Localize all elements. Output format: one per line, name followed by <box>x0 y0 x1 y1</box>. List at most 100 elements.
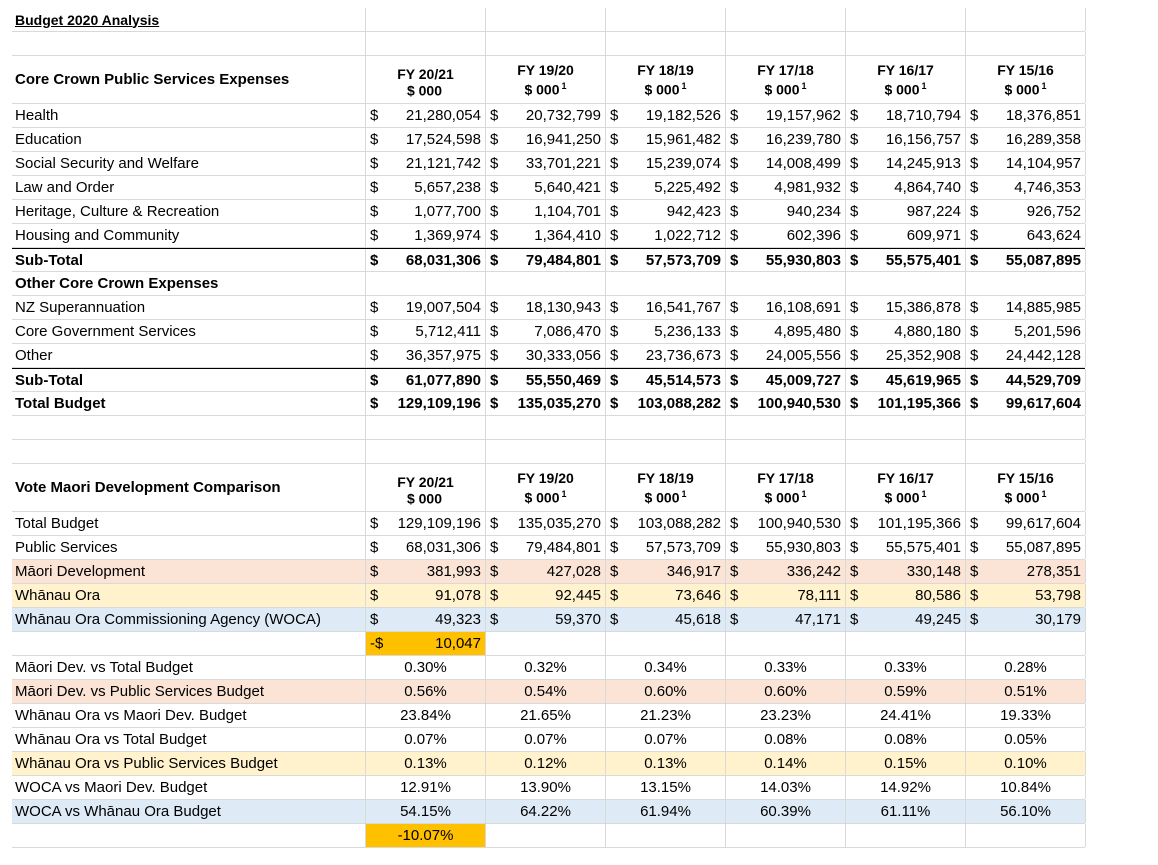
percent-cell[interactable]: 0.07% <box>606 728 726 751</box>
row-label[interactable]: Whānau Ora vs Total Budget <box>12 728 366 751</box>
currency-cell[interactable]: $1,364,410 <box>486 224 606 247</box>
currency-cell[interactable]: $103,088,282 <box>606 392 726 415</box>
currency-cell[interactable]: $25,352,908 <box>846 344 966 367</box>
empty-cell[interactable] <box>966 632 1086 655</box>
empty-cell[interactable] <box>846 632 966 655</box>
currency-cell[interactable]: $45,618 <box>606 608 726 631</box>
sheet-title[interactable]: Budget 2020 Analysis <box>12 8 366 31</box>
currency-cell[interactable]: $643,624 <box>966 224 1086 247</box>
currency-cell[interactable]: $1,369,974 <box>366 224 486 247</box>
row-label[interactable] <box>12 416 366 439</box>
column-header[interactable]: FY 15/16 $ 000 1 <box>966 56 1086 103</box>
row-label[interactable]: Māori Development <box>12 560 366 583</box>
row-label[interactable]: Housing and Community <box>12 224 366 247</box>
percent-cell[interactable]: 12.91% <box>366 776 486 799</box>
percent-cell[interactable]: 0.08% <box>846 728 966 751</box>
currency-cell[interactable]: $129,109,196 <box>366 392 486 415</box>
empty-cell[interactable] <box>486 824 606 847</box>
currency-cell[interactable]: $73,646 <box>606 584 726 607</box>
row-label[interactable]: Total Budget <box>12 512 366 535</box>
currency-cell[interactable]: $18,130,943 <box>486 296 606 319</box>
currency-cell[interactable]: $346,917 <box>606 560 726 583</box>
percent-cell[interactable]: 13.15% <box>606 776 726 799</box>
empty-cell[interactable] <box>846 416 966 439</box>
empty-cell[interactable] <box>366 8 486 31</box>
currency-cell[interactable]: $4,895,480 <box>726 320 846 343</box>
currency-cell[interactable]: $20,732,799 <box>486 104 606 127</box>
empty-cell[interactable] <box>966 440 1086 463</box>
currency-cell[interactable]: $5,640,421 <box>486 176 606 199</box>
currency-cell[interactable]: $92,445 <box>486 584 606 607</box>
percent-cell[interactable]: 14.03% <box>726 776 846 799</box>
currency-cell[interactable]: $24,442,128 <box>966 344 1086 367</box>
row-label[interactable]: Whānau Ora vs Maori Dev. Budget <box>12 704 366 727</box>
currency-cell[interactable]: $135,035,270 <box>486 392 606 415</box>
empty-cell[interactable] <box>486 272 606 295</box>
currency-cell[interactable]: $16,289,358 <box>966 128 1086 151</box>
currency-cell[interactable]: $49,323 <box>366 608 486 631</box>
empty-cell[interactable] <box>486 440 606 463</box>
currency-cell[interactable]: $21,121,742 <box>366 152 486 175</box>
empty-cell[interactable] <box>846 8 966 31</box>
empty-cell[interactable] <box>726 416 846 439</box>
row-label[interactable]: Sub-Total <box>12 369 366 391</box>
empty-cell[interactable] <box>486 416 606 439</box>
empty-cell[interactable] <box>606 416 726 439</box>
currency-cell[interactable]: $79,484,801 <box>486 249 606 271</box>
row-label[interactable]: Whānau Ora vs Public Services Budget <box>12 752 366 775</box>
currency-cell[interactable]: $55,087,895 <box>966 536 1086 559</box>
currency-cell[interactable]: $19,157,962 <box>726 104 846 127</box>
empty-cell[interactable] <box>366 272 486 295</box>
percent-cell[interactable]: 0.60% <box>606 680 726 703</box>
percent-cell[interactable]: 56.10% <box>966 800 1086 823</box>
currency-cell[interactable]: $53,798 <box>966 584 1086 607</box>
currency-cell[interactable]: $14,885,985 <box>966 296 1086 319</box>
currency-cell[interactable]: $1,022,712 <box>606 224 726 247</box>
empty-cell[interactable] <box>846 824 966 847</box>
row-label[interactable]: Total Budget <box>12 392 366 415</box>
currency-cell[interactable]: $19,007,504 <box>366 296 486 319</box>
currency-cell[interactable]: $57,573,709 <box>606 249 726 271</box>
percent-cell[interactable]: 0.56% <box>366 680 486 703</box>
currency-cell[interactable]: $45,009,727 <box>726 369 846 391</box>
currency-cell[interactable]: $18,376,851 <box>966 104 1086 127</box>
empty-cell[interactable] <box>726 272 846 295</box>
percent-cell[interactable]: 24.41% <box>846 704 966 727</box>
percent-cell[interactable]: 0.60% <box>726 680 846 703</box>
row-label[interactable]: Social Security and Welfare <box>12 152 366 175</box>
currency-cell[interactable]: $18,710,794 <box>846 104 966 127</box>
currency-cell[interactable]: $19,182,526 <box>606 104 726 127</box>
section-heading[interactable]: Other Core Crown Expenses <box>12 272 366 295</box>
currency-cell[interactable]: $49,245 <box>846 608 966 631</box>
currency-cell[interactable]: $47,171 <box>726 608 846 631</box>
empty-cell[interactable] <box>966 8 1086 31</box>
currency-cell[interactable]: $5,201,596 <box>966 320 1086 343</box>
percent-cell[interactable]: 0.59% <box>846 680 966 703</box>
column-header[interactable]: FY 18/19 $ 000 1 <box>606 464 726 511</box>
percent-cell[interactable]: 0.54% <box>486 680 606 703</box>
percent-cell[interactable]: 64.22% <box>486 800 606 823</box>
currency-cell[interactable]: $609,971 <box>846 224 966 247</box>
currency-cell[interactable]: $45,619,965 <box>846 369 966 391</box>
currency-cell[interactable]: $5,236,133 <box>606 320 726 343</box>
currency-cell[interactable]: $1,104,701 <box>486 200 606 223</box>
column-header[interactable]: FY 16/17 $ 000 1 <box>846 464 966 511</box>
empty-cell[interactable] <box>486 32 606 55</box>
percent-cell[interactable]: 0.33% <box>726 656 846 679</box>
section-heading[interactable]: Vote Maori Development Comparison <box>12 464 366 511</box>
currency-cell[interactable]: $926,752 <box>966 200 1086 223</box>
currency-cell[interactable]: $987,224 <box>846 200 966 223</box>
column-header[interactable]: FY 16/17 $ 000 1 <box>846 56 966 103</box>
currency-cell[interactable]: $101,195,366 <box>846 512 966 535</box>
empty-cell[interactable] <box>606 272 726 295</box>
percent-cell[interactable]: 0.12% <box>486 752 606 775</box>
empty-cell[interactable] <box>366 440 486 463</box>
empty-cell[interactable] <box>366 32 486 55</box>
currency-cell[interactable]: $14,008,499 <box>726 152 846 175</box>
empty-cell[interactable] <box>726 32 846 55</box>
currency-cell[interactable]: $99,617,604 <box>966 512 1086 535</box>
empty-cell[interactable] <box>966 272 1086 295</box>
row-label[interactable]: Law and Order <box>12 176 366 199</box>
currency-cell[interactable]: $100,940,530 <box>726 392 846 415</box>
currency-cell[interactable]: $336,242 <box>726 560 846 583</box>
